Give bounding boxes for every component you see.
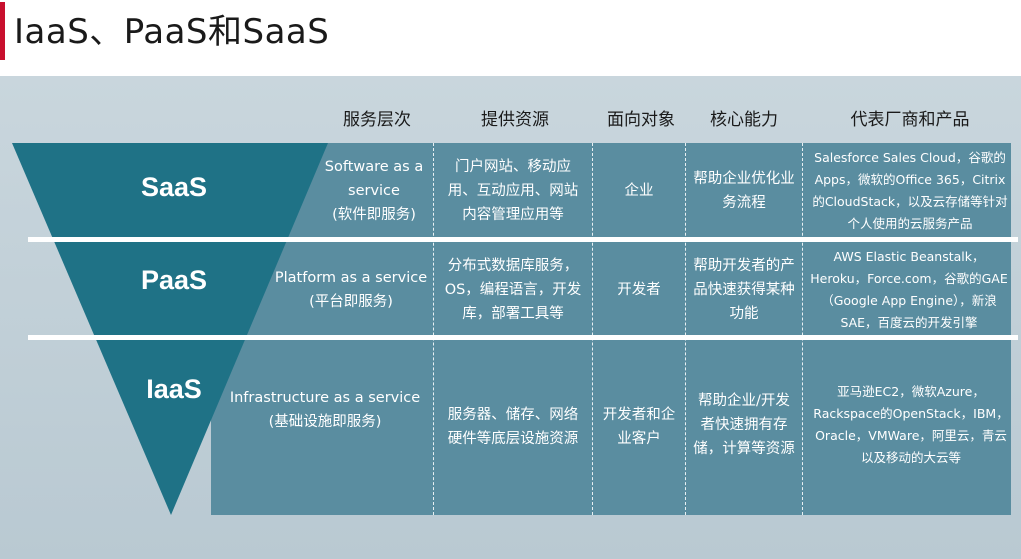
layer-label-paas: PaaS <box>140 265 208 295</box>
row-divider <box>28 335 1018 340</box>
audience-cell-paas: 开发者 <box>617 282 661 298</box>
capability-cell-paas: 帮助开发者的产品快速获得某种功能 <box>693 258 795 322</box>
service-name-cn: (软件即服务) <box>332 207 416 223</box>
vendors-cell-paas: AWS Elastic Beanstalk，Heroku，Force.com，谷… <box>810 249 1008 330</box>
capability-cell-saas: 帮助企业优化业务流程 <box>693 171 795 211</box>
resources-cell-saas: 门户网站、移动应用、互动应用、网站内容管理应用等 <box>447 159 579 223</box>
service-cell-saas: Software as a service (软件即服务) <box>318 148 430 234</box>
vendors-cell-iaas: 亚马逊EC2，微软Azure，Rackspace的OpenStack，IBM，O… <box>813 384 1009 465</box>
resources-cell-paas: 分布式数据库服务，OS，编程语言，开发库，部署工具等 <box>444 258 582 322</box>
header-capability: 核心能力 <box>710 110 778 130</box>
capability-cell-iaas: 帮助企业/开发者快速拥有存储，计算等资源 <box>693 393 795 457</box>
vendors-cell-saas: Salesforce Sales Cloud，谷歌的Apps，微软的Office… <box>812 150 1008 231</box>
service-name-en: Platform as a service <box>274 270 428 286</box>
audience-cell-iaas: 开发者和企业客户 <box>602 407 676 447</box>
header-service-level: 服务层次 <box>343 110 411 130</box>
header-audience: 面向对象 <box>607 110 675 130</box>
service-name-cn: (平台即服务) <box>309 294 393 310</box>
service-name-en: Infrastructure as a service <box>229 390 421 406</box>
header-vendors: 代表厂商和产品 <box>850 110 970 130</box>
service-name-cn: (基础设施即服务) <box>268 414 382 430</box>
audience-cell-saas: 企业 <box>624 183 654 199</box>
layer-label-saas: SaaS <box>140 172 208 202</box>
service-cell-paas: Platform as a service (平台即服务) <box>270 248 432 332</box>
header-resources: 提供资源 <box>481 110 549 130</box>
row-divider <box>28 237 1018 242</box>
service-name-en: Software as a service <box>324 159 424 199</box>
service-cell-iaas: Infrastructure as a service (基础设施即服务) <box>222 382 428 438</box>
resources-cell-iaas: 服务器、储存、网络硬件等底层设施资源 <box>447 407 579 447</box>
